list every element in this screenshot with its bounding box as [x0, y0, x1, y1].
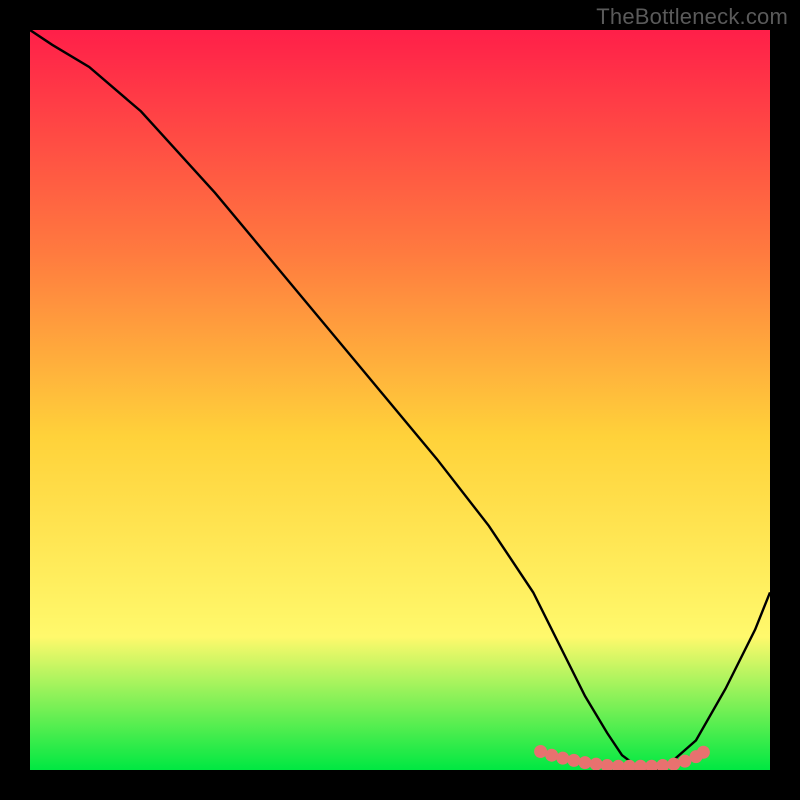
bottleneck-chart	[30, 30, 770, 770]
marker-dot	[678, 755, 691, 768]
marker-dot	[667, 758, 680, 770]
marker-dot	[697, 746, 710, 759]
marker-dot	[567, 754, 580, 767]
marker-dot	[590, 758, 603, 770]
marker-dot	[556, 752, 569, 765]
chart-background	[30, 30, 770, 770]
marker-dot	[579, 756, 592, 769]
attribution-label: TheBottleneck.com	[596, 4, 788, 30]
marker-dot	[534, 745, 547, 758]
chart-frame: TheBottleneck.com	[0, 0, 800, 800]
marker-dot	[545, 749, 558, 762]
